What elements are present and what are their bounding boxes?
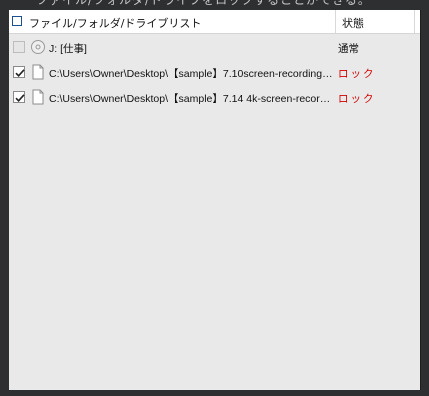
row-checkbox[interactable] [13, 91, 25, 103]
list-header: ファイル/フォルダ/ドライブリスト 状態 [9, 10, 420, 34]
file-icon [31, 89, 45, 105]
status-label: 通常 [338, 43, 359, 55]
column-header-name[interactable]: ファイル/フォルダ/ドライブリスト [29, 15, 201, 31]
row-checkbox[interactable] [13, 41, 25, 53]
hint-text: ファイル/フォルダ/ドライブをロックすることができる。 [36, 0, 371, 7]
row-checkbox[interactable] [13, 66, 25, 78]
list-item[interactable]: J: [仕事] 通常 [9, 35, 420, 59]
item-path: C:\Users\Owner\Desktop\【sample】7.10scree… [49, 68, 334, 80]
file-icon [31, 64, 45, 80]
list-item[interactable]: C:\Users\Owner\Desktop\【sample】7.10scree… [9, 60, 420, 84]
column-divider[interactable] [414, 10, 415, 33]
item-path: C:\Users\Owner\Desktop\【sample】7.14 4k-s… [49, 93, 334, 105]
column-divider[interactable] [335, 10, 336, 33]
checkmark-icon [15, 94, 25, 102]
file-list-panel: ファイル/フォルダ/ドライブリスト 状態 J: [仕事] 通常 C:\Users… [9, 10, 421, 390]
status-label: ロック [338, 68, 376, 80]
item-path: J: [仕事] [49, 43, 87, 55]
select-all-checkbox[interactable] [12, 16, 22, 26]
drive-icon [31, 39, 45, 55]
status-label: ロック [338, 93, 376, 105]
list-item[interactable]: C:\Users\Owner\Desktop\【sample】7.14 4k-s… [9, 85, 420, 109]
column-header-status[interactable]: 状態 [342, 15, 364, 31]
checkmark-icon [15, 69, 25, 77]
